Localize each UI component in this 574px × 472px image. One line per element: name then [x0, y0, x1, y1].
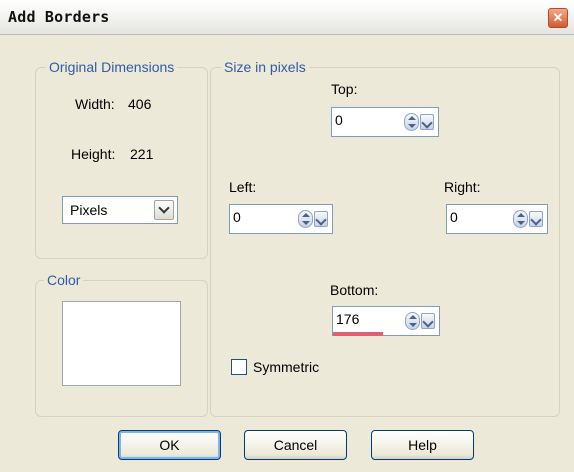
original-dimensions-group: Original Dimensions — [35, 59, 208, 259]
right-input[interactable] — [450, 209, 510, 225]
left-input[interactable] — [233, 209, 293, 225]
right-label: Right: — [444, 179, 481, 195]
left-label: Left: — [229, 179, 257, 195]
spin-updown-icon[interactable] — [405, 312, 420, 330]
spin-dropdown-icon[interactable] — [314, 211, 328, 227]
units-selected-value: Pixels — [70, 202, 108, 218]
top-spinner[interactable] — [331, 107, 439, 137]
symmetric-checkbox[interactable] — [231, 359, 247, 375]
ok-button[interactable]: OK — [118, 430, 221, 460]
original-dimensions-legend: Original Dimensions — [46, 59, 178, 75]
left-spinner[interactable] — [229, 204, 333, 234]
units-dropdown[interactable]: Pixels — [62, 196, 178, 224]
spin-updown-icon[interactable] — [513, 210, 528, 228]
height-value: 221 — [130, 146, 154, 162]
bottom-spin-buttons[interactable] — [405, 312, 435, 330]
top-input[interactable] — [335, 112, 395, 128]
top-spin-buttons[interactable] — [404, 113, 434, 131]
height-label: Height: — [71, 146, 116, 162]
symmetric-label[interactable]: Symmetric — [253, 359, 319, 375]
width-label: Width: — [75, 96, 115, 112]
left-spin-buttons[interactable] — [298, 210, 328, 228]
right-spin-buttons[interactable] — [513, 210, 543, 228]
bottom-input[interactable] — [336, 311, 396, 327]
spin-dropdown-icon[interactable] — [421, 313, 435, 329]
color-swatch[interactable] — [62, 301, 181, 386]
help-button[interactable]: Help — [371, 430, 474, 460]
size-in-pixels-legend: Size in pixels — [221, 59, 309, 75]
add-borders-dialog: Add Borders ✕ Original Dimensions Width:… — [0, 0, 574, 472]
spin-updown-icon[interactable] — [404, 113, 419, 131]
top-label: Top: — [331, 81, 358, 97]
title-bar[interactable]: Add Borders ✕ — [0, 0, 574, 35]
close-icon[interactable]: ✕ — [548, 8, 568, 28]
bottom-spinner[interactable] — [332, 306, 440, 336]
spin-updown-icon[interactable] — [298, 210, 313, 228]
spin-dropdown-icon[interactable] — [420, 114, 434, 130]
dropdown-arrow-icon[interactable] — [154, 200, 174, 220]
width-value: 406 — [128, 96, 152, 112]
invalid-value-indicator — [333, 332, 383, 336]
right-spinner[interactable] — [446, 204, 548, 234]
dialog-title: Add Borders — [8, 8, 110, 26]
spin-dropdown-icon[interactable] — [529, 211, 543, 227]
bottom-label: Bottom: — [330, 282, 379, 298]
cancel-button[interactable]: Cancel — [244, 430, 347, 460]
color-legend: Color — [44, 272, 84, 288]
